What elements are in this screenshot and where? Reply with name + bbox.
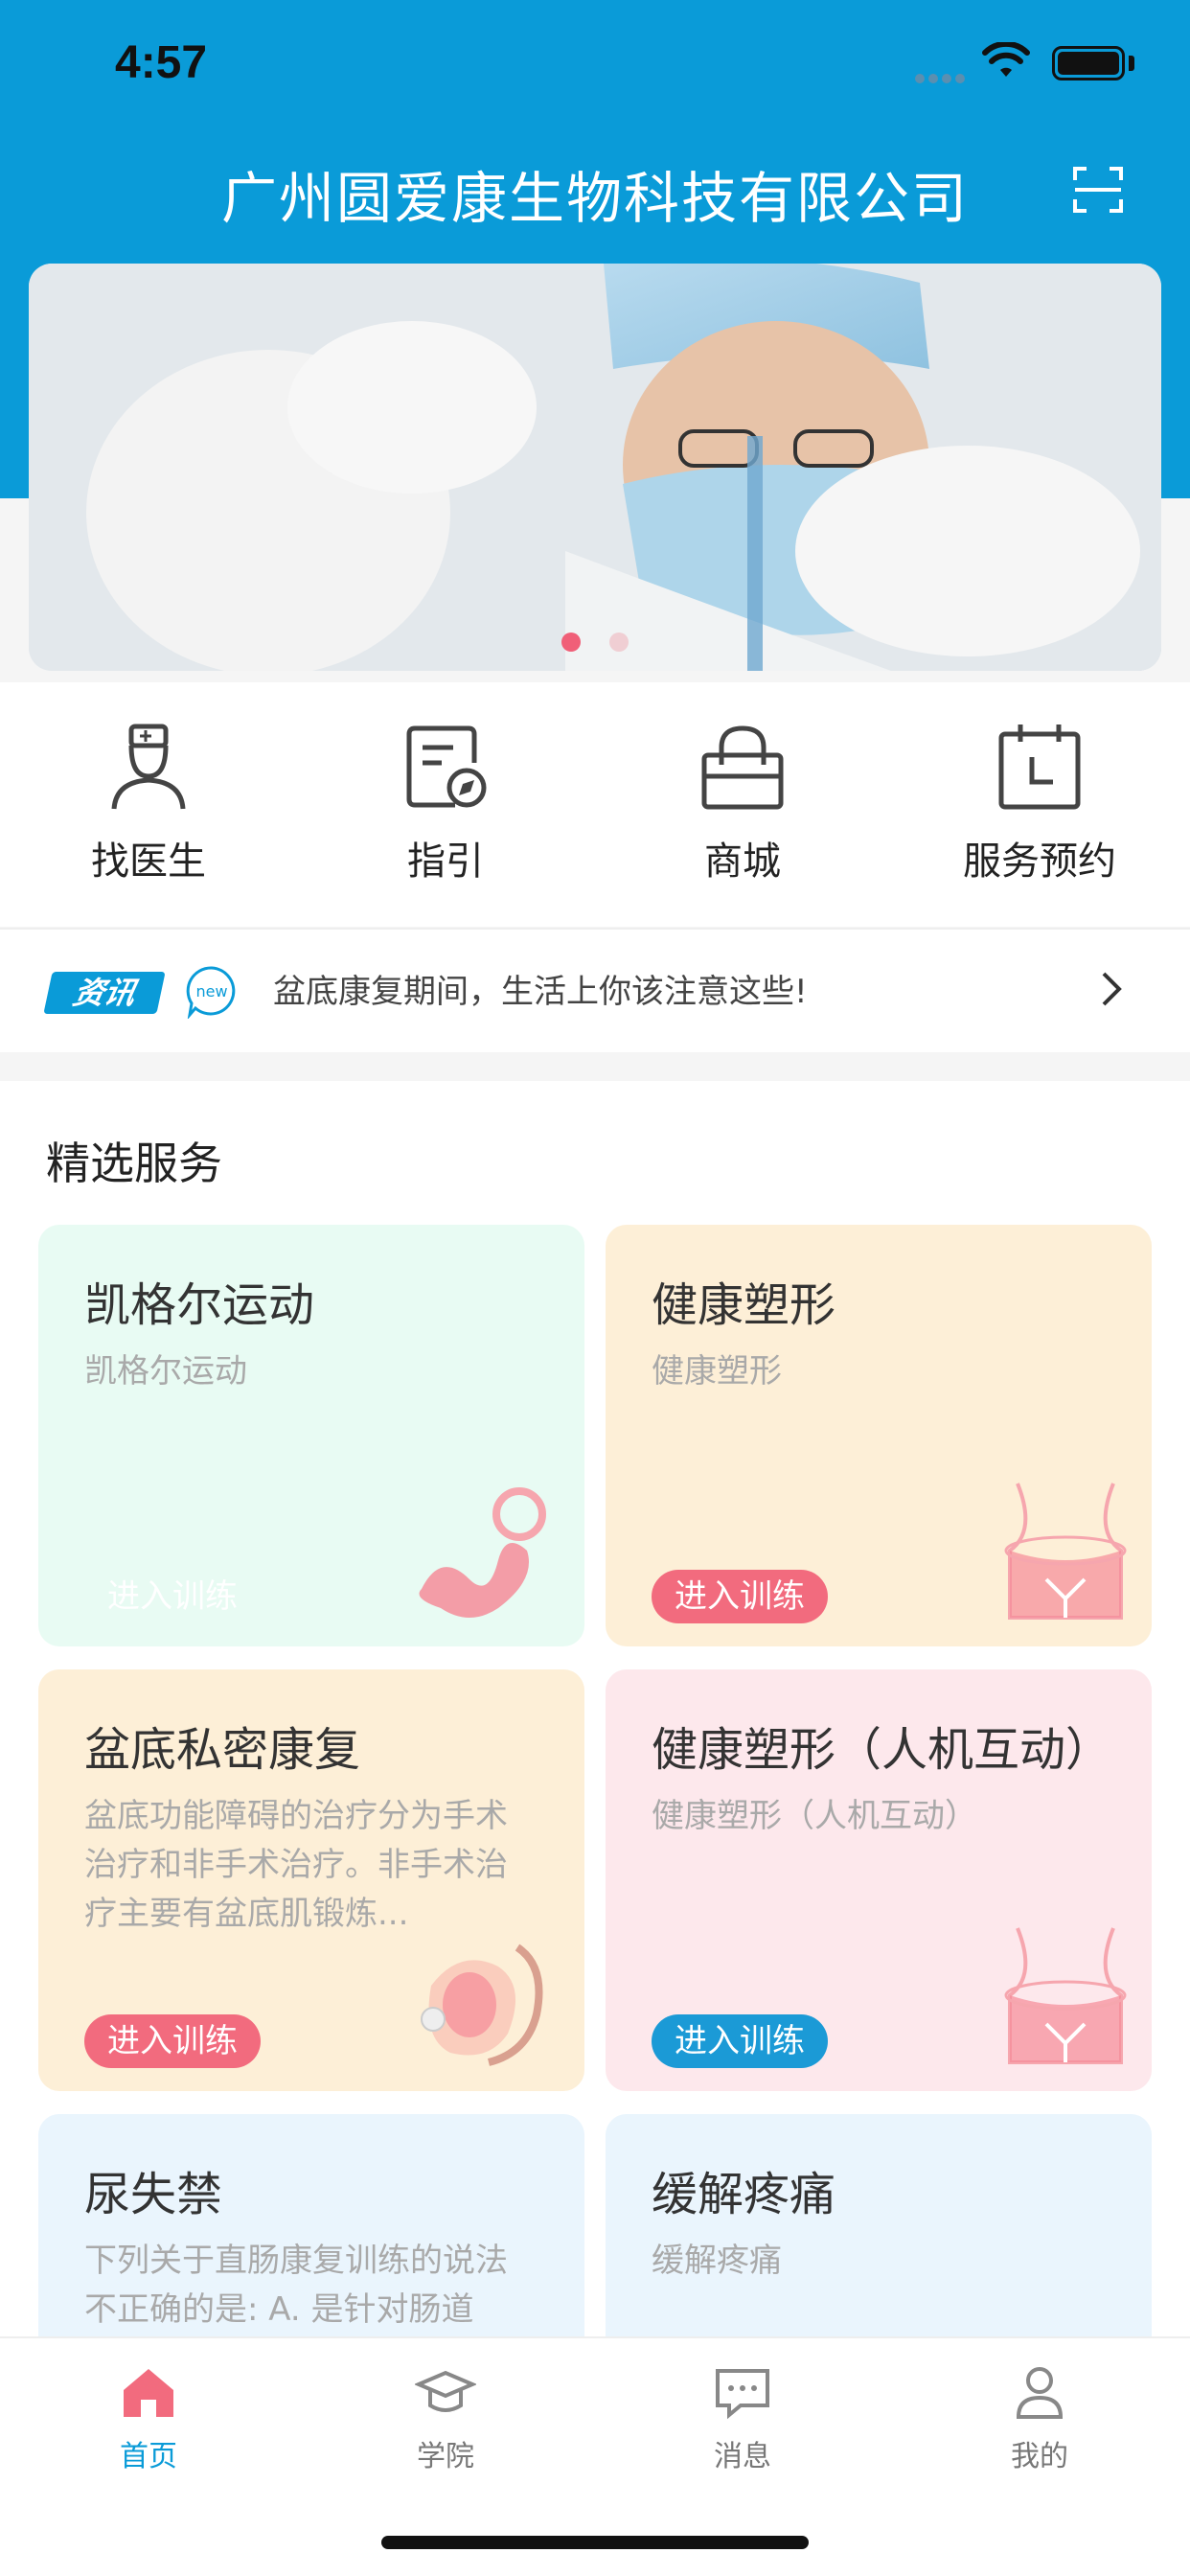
tab-label: 我的	[1011, 2440, 1068, 2473]
card-subtitle: 凯格尔运动	[84, 1352, 247, 1391]
tab-academy[interactable]: 学院	[297, 2361, 594, 2474]
chevron-right-icon	[1102, 972, 1122, 1006]
scan-icon[interactable]	[1071, 163, 1125, 217]
quick-actions: 找医生 指引 商城 服务预约	[0, 682, 1190, 927]
new-badge-icon: new	[186, 966, 236, 1019]
card-subtitle: 缓解疼痛	[652, 2242, 782, 2280]
card-subtitle: 下列关于直肠康复训练的说法不正确的是: A. 是针对肠道	[84, 2242, 508, 2329]
message-icon	[716, 2369, 769, 2420]
section-title: 精选服务	[46, 1138, 222, 1189]
news-ticker[interactable]: 资讯 new 盆底康复期间，生活上你该注意这些!	[0, 928, 1190, 1052]
guide-icon	[406, 725, 487, 808]
battery-icon	[1052, 46, 1125, 80]
quick-action-find-doctor[interactable]: 找医生	[0, 721, 297, 886]
quick-action-guide[interactable]: 指引	[297, 721, 594, 886]
quick-action-mall[interactable]: 商城	[594, 721, 891, 886]
tab-messages[interactable]: 消息	[594, 2361, 891, 2474]
quick-action-label: 商城	[704, 840, 781, 884]
enter-training-button[interactable]: 进入训练	[652, 1570, 828, 1623]
waist-illustration	[1004, 1483, 1127, 1620]
shopping-bag-icon	[701, 725, 784, 810]
service-card-kegel[interactable]: 凯格尔运动 凯格尔运动 进入训练	[38, 1225, 584, 1646]
banner-carousel[interactable]	[29, 264, 1161, 671]
carousel-indicator	[29, 632, 1161, 656]
enter-training-button[interactable]: 进入训练	[84, 1570, 261, 1623]
kegel-illustration	[419, 1487, 546, 1618]
pelvic-illustration	[421, 1944, 543, 2066]
card-title: 盆底私密康复	[84, 1723, 361, 1777]
card-title: 健康塑形（人机互动）	[652, 1723, 1112, 1777]
waist-illustration	[1004, 1927, 1127, 2064]
enter-training-button[interactable]: 进入训练	[84, 2014, 261, 2068]
tab-label: 首页	[120, 2440, 177, 2473]
calendar-icon	[998, 724, 1081, 810]
news-tag: 资讯	[43, 972, 166, 1014]
card-subtitle: 健康塑形	[652, 1352, 782, 1391]
battery-tip	[1129, 56, 1134, 71]
carousel-dot-active[interactable]	[561, 632, 582, 652]
card-title: 凯格尔运动	[84, 1278, 315, 1332]
quick-action-appointment[interactable]: 服务预约	[891, 721, 1188, 886]
wifi-icon	[982, 42, 1030, 77]
quick-action-label: 服务预约	[963, 840, 1116, 884]
doctor-icon	[111, 724, 186, 810]
home-icon	[124, 2369, 173, 2417]
featured-services: 精选服务 凯格尔运动 凯格尔运动 进入训练 健康塑形 健康塑形 进入训练 盆底私…	[0, 1081, 1190, 2536]
enter-training-button[interactable]: 进入训练	[652, 2014, 828, 2068]
quick-action-label: 指引	[407, 840, 484, 884]
news-headline: 盆底康复期间，生活上你该注意这些!	[273, 973, 808, 1011]
tab-label: 消息	[714, 2440, 771, 2473]
status-time: 4:57	[115, 37, 208, 88]
service-card-body-shaping-interactive[interactable]: 健康塑形（人机互动） 健康塑形（人机互动） 进入训练	[606, 1669, 1152, 2091]
status-bar: 4:57	[0, 0, 1190, 134]
new-badge-text: new	[195, 982, 227, 1000]
page-title: 广州圆爱康生物科技有限公司	[220, 166, 969, 231]
cellular-signal-icon	[915, 69, 969, 87]
card-title: 健康塑形	[652, 1278, 836, 1332]
card-subtitle: 健康塑形（人机互动）	[652, 1797, 977, 1835]
banner-image	[29, 264, 1161, 671]
home-indicator[interactable]	[381, 2536, 809, 2549]
tab-label: 学院	[417, 2440, 474, 2473]
card-title: 尿失禁	[84, 2168, 223, 2221]
card-title: 缓解疼痛	[652, 2168, 836, 2221]
quick-action-label: 找医生	[91, 840, 206, 884]
service-card-pelvic-recovery[interactable]: 盆底私密康复 盆底功能障碍的治疗分为手术治疗和非手术治疗。非手术治疗主要有盆底肌…	[38, 1669, 584, 2091]
graduation-cap-icon	[415, 2370, 476, 2412]
tab-home[interactable]: 首页	[0, 2361, 297, 2474]
card-subtitle: 盆底功能障碍的治疗分为手术治疗和非手术治疗。非手术治疗主要有盆底肌锻炼...	[84, 1797, 508, 1933]
user-icon	[1016, 2367, 1064, 2419]
service-card-body-shaping[interactable]: 健康塑形 健康塑形 进入训练	[606, 1225, 1152, 1646]
tab-profile[interactable]: 我的	[891, 2361, 1188, 2474]
carousel-dot[interactable]	[608, 632, 629, 652]
